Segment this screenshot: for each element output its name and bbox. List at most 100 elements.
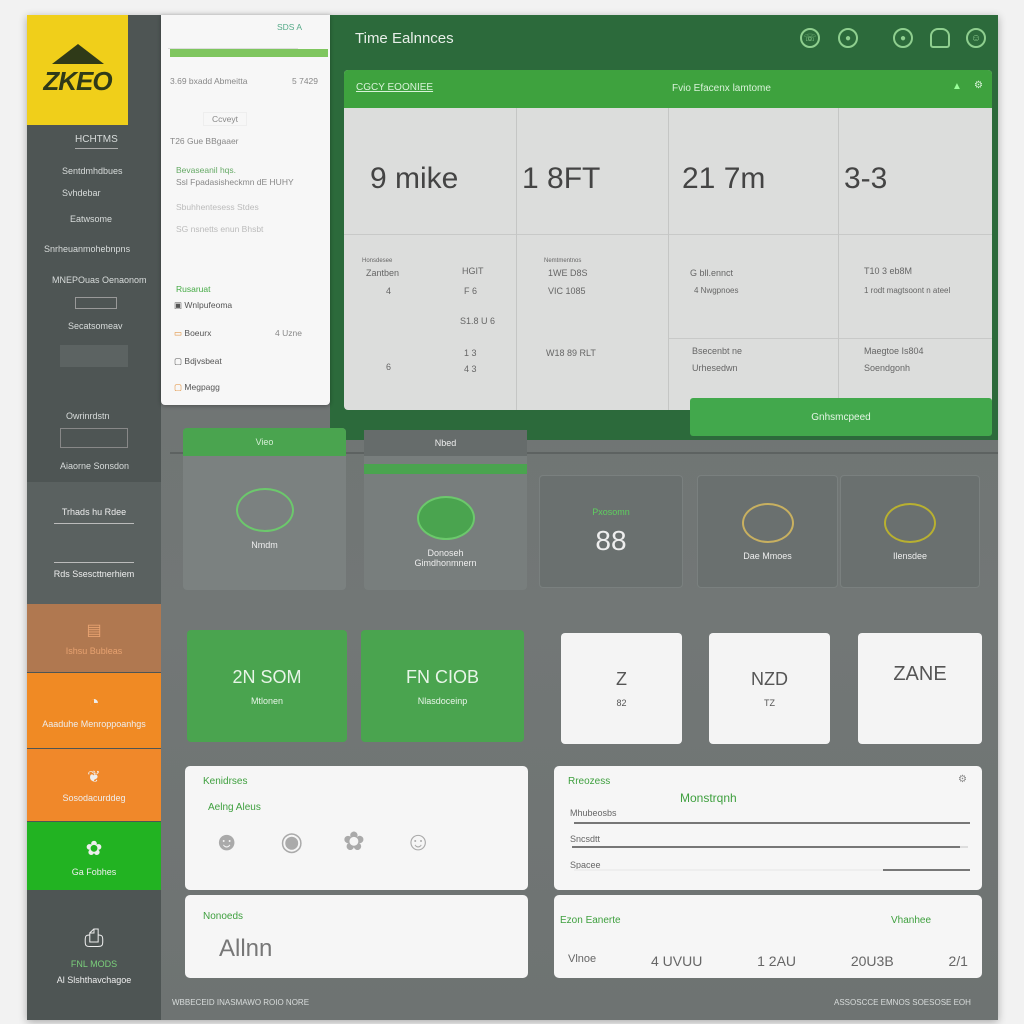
sidebar-item[interactable]: Aiaorne Sonsdon: [60, 461, 129, 471]
primary-button[interactable]: Gnhsmcpeed: [690, 398, 992, 436]
panel-title: Ezon Eanerte: [560, 915, 621, 926]
card[interactable]: Pxosomn 88: [539, 475, 683, 588]
card[interactable]: Ilensdee: [840, 475, 980, 588]
dropdown-row[interactable]: T26 Gue BBgaaer: [170, 136, 239, 146]
sidebar-input[interactable]: [75, 297, 117, 309]
block-label: Ga Fobhes: [71, 866, 117, 877]
stat-line: 4 3: [464, 364, 477, 374]
dropdown-list-item[interactable]: ▣ Wnlpufeoma: [174, 300, 232, 311]
sidebar-item[interactable]: Svhdebar: [62, 188, 101, 198]
badge-icon: [741, 502, 794, 543]
dropdown-progress: [170, 49, 328, 57]
sidebar-block-1[interactable]: ▤ Ishsu Bubleas: [27, 604, 161, 672]
stats-panel: CGCY EOONIEE Fvio Efacenx lamtome ▲ ⚙ 9 …: [344, 70, 992, 410]
lock-icon[interactable]: [930, 28, 950, 48]
card-label: Nmdm: [251, 540, 278, 550]
panel-title: Nonoeds: [203, 911, 244, 922]
stat-line: 6: [386, 362, 392, 372]
block-sub: Rds Ssescttnerhiem: [53, 569, 135, 579]
progress-track: [572, 846, 968, 848]
sidebar-block-news[interactable]: Trhads hu Rdee Rds Ssescttnerhiem: [27, 482, 161, 604]
phone-icon[interactable]: ☏: [800, 28, 820, 48]
sidebar-block-4[interactable]: ✿ Ga Fobhes: [27, 822, 161, 890]
stat-value: 9 mike: [370, 162, 459, 195]
stat-line: VIC 1085: [548, 286, 586, 296]
block-label: FNL MODS: [70, 959, 118, 969]
card[interactable]: Vieo Nmdm: [183, 428, 346, 590]
folder-icon: ▭: [174, 328, 183, 338]
tile-label: 82: [616, 698, 627, 708]
sidebar-item[interactable]: Secatsomeav: [68, 321, 123, 331]
avatar-icon[interactable]: ☻◉✿☺: [213, 826, 471, 857]
metrics-row: Vlnoe 4 UVUU 1 2AU 20U3B 2/1: [568, 953, 968, 969]
stat-line: F 6: [464, 286, 478, 296]
sidebar-block-2[interactable]: ◔ Aaaduhe Menroppoanhgs: [27, 673, 161, 748]
stat-value: 3-3: [844, 162, 888, 195]
card[interactable]: Nbed Donoseh Gimdhonmnern: [364, 430, 527, 590]
item-label: Bdjvsbeat: [184, 356, 222, 366]
settings-icon[interactable]: ⚙: [974, 80, 983, 91]
sidebar-item[interactable]: Owrinrdstn: [66, 411, 110, 421]
dropdown-row[interactable]: 3.69 bxadd Abmeitta: [170, 76, 248, 86]
page-title: Time Ealnnces: [355, 30, 454, 47]
people-panel: Kenidrses Aelng Aleus ☻◉✿☺: [185, 766, 528, 890]
progress-track: [574, 822, 970, 824]
tile[interactable]: Z 82: [561, 633, 682, 744]
stat-line: Bsecenbt ne: [692, 346, 743, 356]
metric-cell: 4 UVUU: [650, 953, 703, 969]
card-label: Donoseh Gimdhonmnern: [414, 548, 477, 568]
tile[interactable]: 2N SOM Mtlonen: [187, 630, 347, 742]
progress-fill: [572, 846, 961, 848]
dropdown-chip[interactable]: Ccveyt: [203, 112, 247, 126]
block-label: Sosodacurddeg: [62, 793, 126, 803]
metrics-panel: Ezon Eanerte Vhanhee Vlnoe 4 UVUU 1 2AU …: [554, 895, 982, 978]
stat-extra: HGIT: [462, 266, 484, 276]
tile[interactable]: FN CIOB Nlasdoceinp: [361, 630, 524, 742]
sidebar-item[interactable]: Eatwsome: [70, 214, 112, 224]
stat-line: 4: [386, 286, 392, 296]
settings-circle-icon[interactable]: ●: [893, 28, 913, 48]
settings-icon[interactable]: ⚙: [958, 774, 967, 785]
divider: [668, 338, 992, 339]
clock-icon: ◔: [88, 692, 100, 712]
words-panel: Nonoeds Allnn: [185, 895, 528, 978]
sidebar-item[interactable]: MNEPOuas Oenaonom: [52, 275, 147, 285]
dropdown-option[interactable]: Sbuhhentesess Stdes: [176, 202, 259, 212]
sidebar-item[interactable]: Snrheuanmohebnpns: [44, 244, 130, 254]
tile-label: Nlasdoceinp: [417, 695, 468, 706]
stats-header-left[interactable]: CGCY EOONIEE: [356, 82, 433, 93]
logo-text: ZKEO: [43, 65, 112, 96]
home-icon[interactable]: ▲: [952, 81, 962, 92]
progress-panel: Rreozess ⚙ Monstrqnh Mhubeosbs Sncsdtt S…: [554, 766, 982, 890]
tile-value: Z: [616, 669, 627, 689]
printer-icon: ⎙: [84, 925, 104, 952]
card-header: Vieo: [183, 428, 346, 456]
flower-icon: ✿: [85, 837, 103, 860]
panel-subtitle: Monstrqnh: [680, 791, 737, 805]
user-icon[interactable]: ☺: [966, 28, 986, 48]
sidebar-item[interactable]: Sentdmhdbues: [62, 166, 123, 176]
badge-icon: [235, 488, 294, 532]
tile[interactable]: NZD TZ: [709, 633, 830, 744]
stat-sub: T10 3 eb8M: [864, 266, 913, 276]
dropdown-option[interactable]: SG nsnetts enun Bhsbt: [176, 224, 263, 234]
stat-line: Soendgonh: [864, 363, 911, 373]
sidebar-block-5[interactable]: ⎙ FNL MODS Al Slshthavchagoe: [27, 900, 161, 1010]
sidebar-heading: HCHTMS: [75, 134, 118, 149]
logo[interactable]: ZKEO: [27, 15, 128, 125]
dropdown-list-item[interactable]: ▭ Boeurx: [174, 328, 211, 339]
progress-fill: [574, 822, 970, 824]
card-accent: [364, 464, 527, 474]
card[interactable]: Dae Mmoes: [697, 475, 838, 588]
tile[interactable]: ZANE: [858, 633, 982, 744]
target-icon[interactable]: ●: [838, 28, 858, 48]
column-divider: [516, 108, 517, 410]
tile-value: NZD: [751, 669, 788, 689]
stat-sub: G bll.ennct: [690, 268, 734, 278]
dropdown-list-item[interactable]: ▢ Megpagg: [174, 382, 220, 393]
sidebar-block-3[interactable]: ❦ Sosodacurddeg: [27, 749, 161, 821]
dropdown-list-item[interactable]: ▢ Bdjvsbeat: [174, 356, 222, 367]
sidebar-field[interactable]: [60, 428, 128, 448]
item-label: Boeurx: [184, 328, 212, 338]
dropdown-top-label: SDS A: [277, 22, 303, 32]
